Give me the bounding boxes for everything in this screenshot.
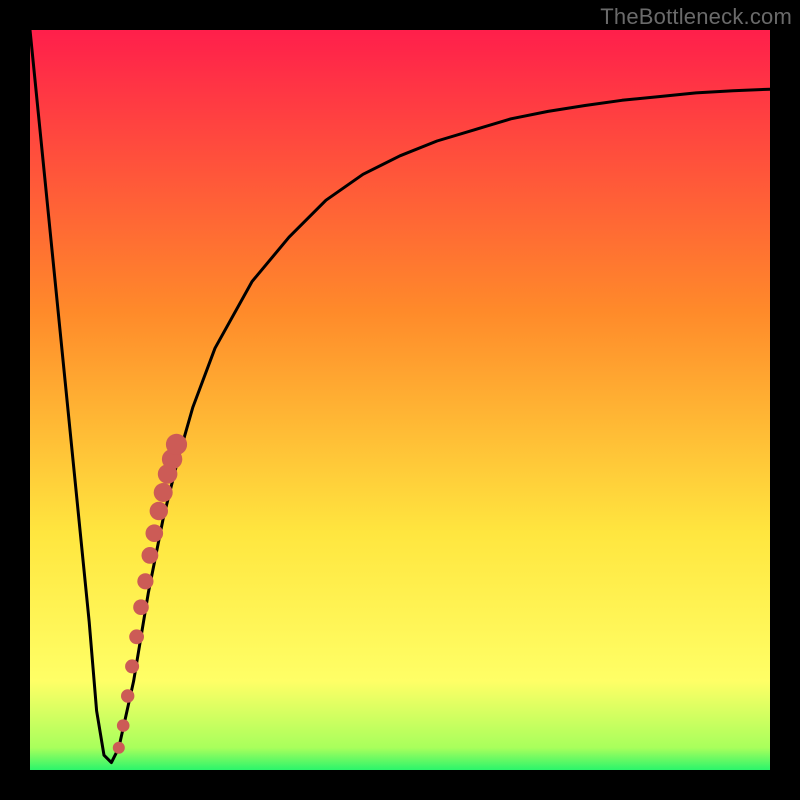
bottleneck-chart [30, 30, 770, 770]
highlight-marker [113, 742, 125, 754]
highlight-marker [150, 502, 168, 520]
highlight-marker [142, 547, 159, 564]
chart-frame [30, 30, 770, 770]
watermark-text: TheBottleneck.com [600, 4, 792, 30]
highlight-marker [125, 659, 139, 673]
highlight-marker [137, 573, 153, 589]
highlight-marker [117, 719, 130, 732]
gradient-background [30, 30, 770, 770]
highlight-marker [121, 689, 134, 702]
highlight-marker [146, 524, 164, 542]
highlight-marker [133, 599, 149, 615]
highlight-marker [154, 483, 173, 502]
highlight-marker [129, 629, 144, 644]
highlight-marker [166, 434, 187, 455]
